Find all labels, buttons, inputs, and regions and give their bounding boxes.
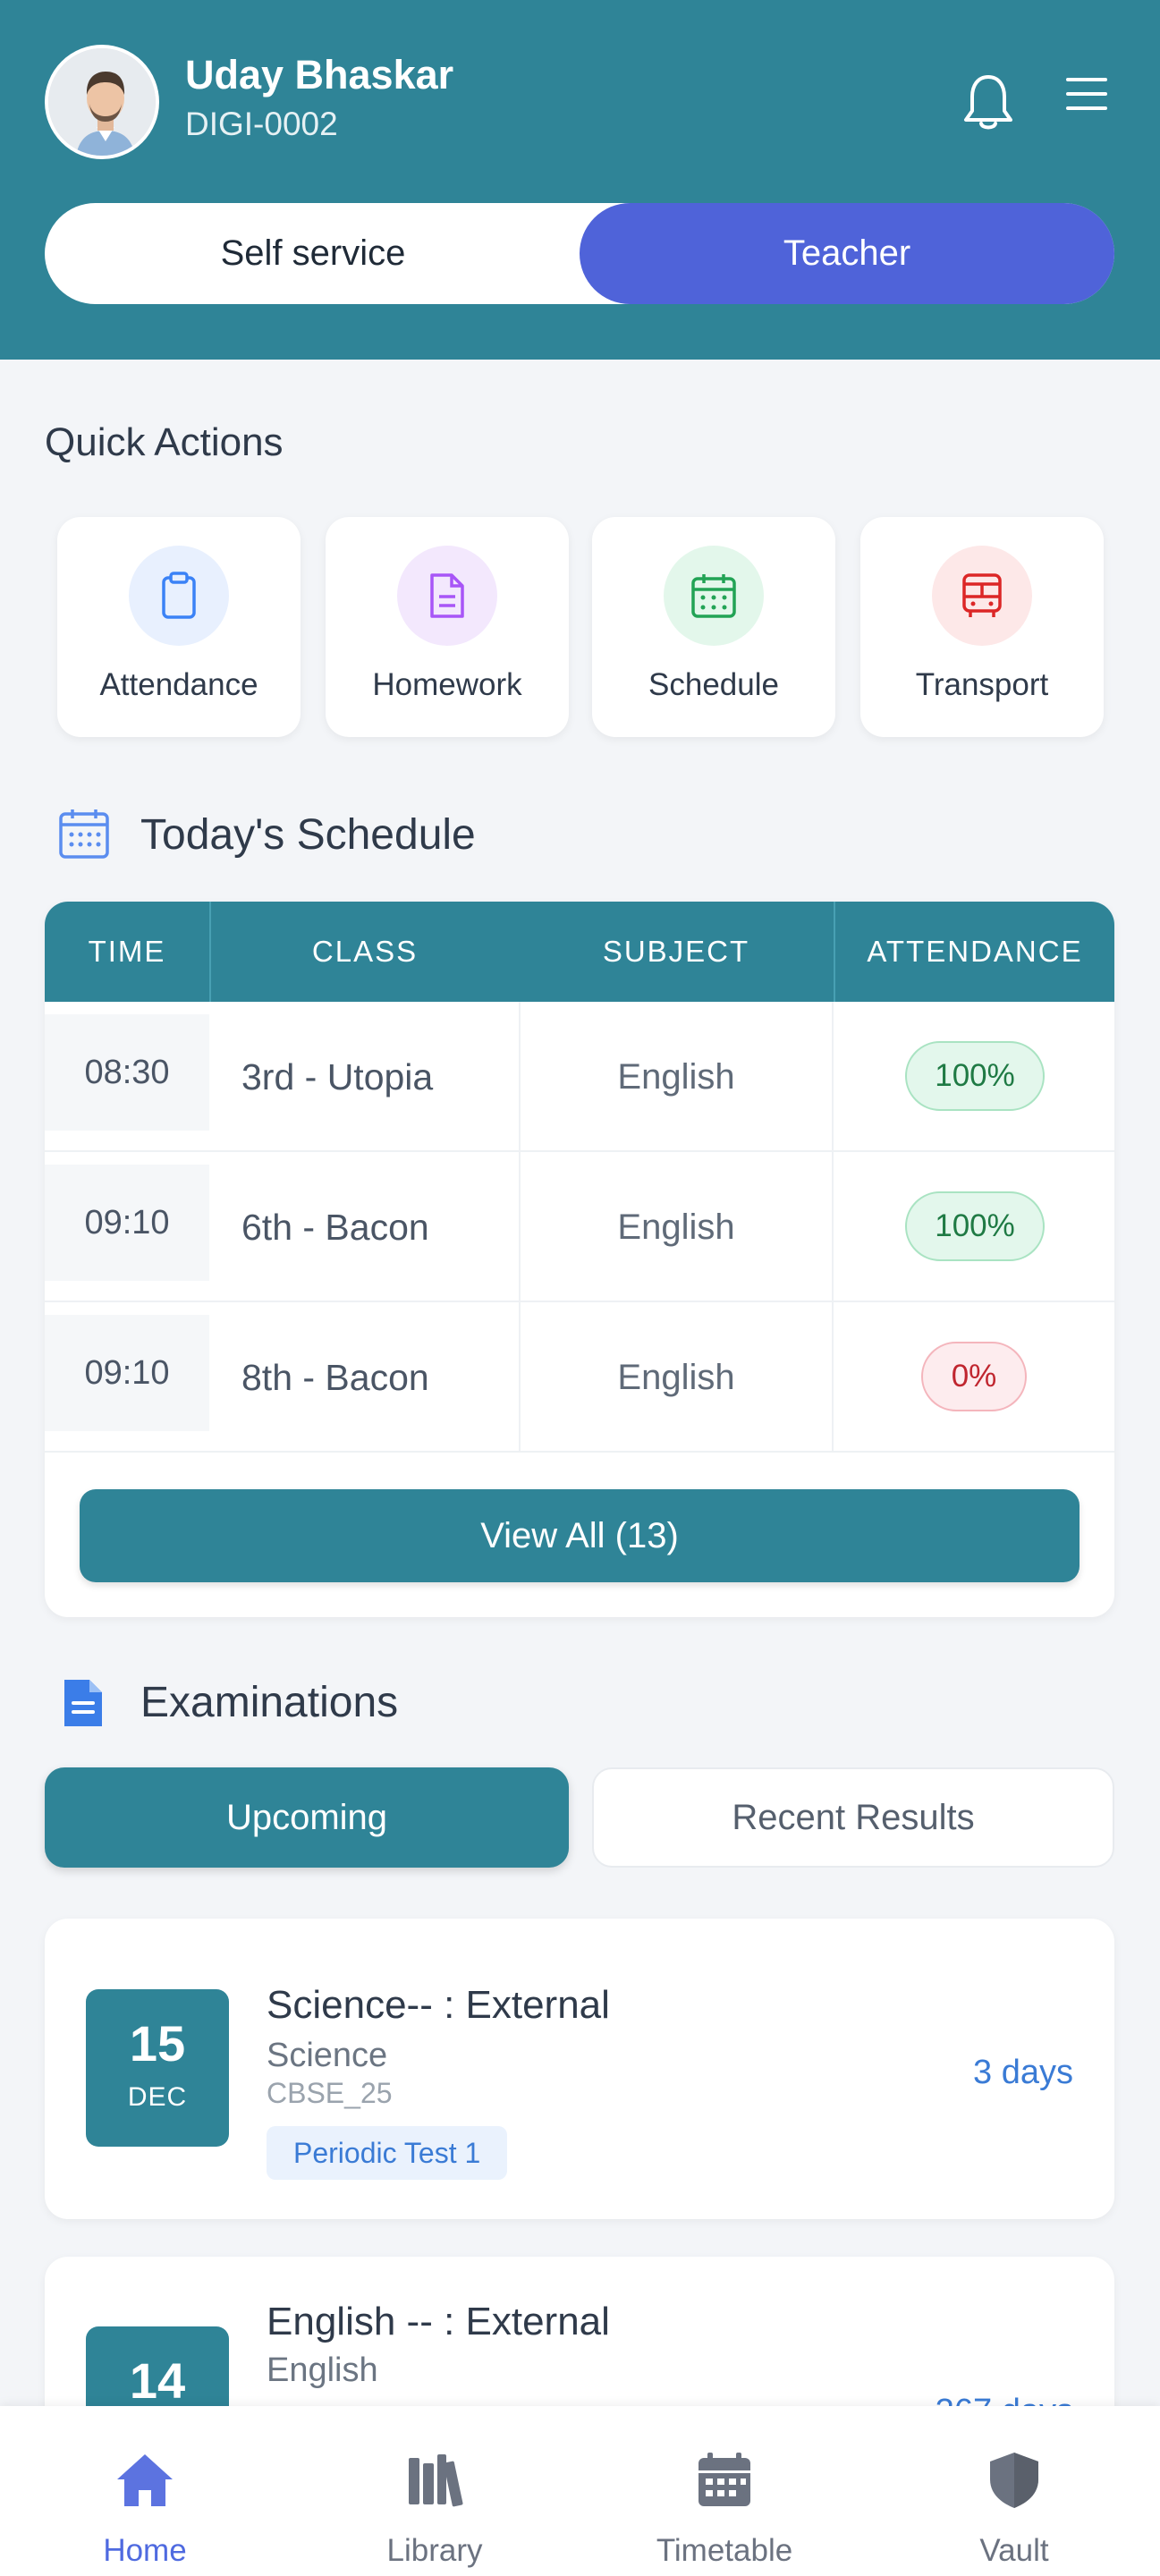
bus-icon bbox=[932, 546, 1032, 646]
row-class: 6th - Bacon bbox=[241, 1206, 429, 1248]
self-service-toggle[interactable]: Self service bbox=[45, 203, 581, 304]
row-time: 08:30 bbox=[45, 1014, 209, 1131]
bottom-navigation: Home Library Timetable Vault bbox=[0, 2406, 1160, 2576]
row-time: 09:10 bbox=[45, 1315, 209, 1431]
exam-type-tag: Periodic Test 1 bbox=[267, 2126, 508, 2180]
exam-subject: Science bbox=[267, 2037, 388, 2074]
calendar-icon bbox=[57, 807, 111, 860]
schedule-header-row: TIME CLASS SUBJECT ATTENDANCE bbox=[45, 902, 1114, 1002]
quick-actions-title: Quick Actions bbox=[45, 420, 284, 464]
nav-item-timetable[interactable]: Timetable bbox=[580, 2406, 869, 2576]
exam-title: English -- : External bbox=[267, 2300, 610, 2343]
quick-action-label: Transport bbox=[915, 667, 1049, 702]
row-subject: English bbox=[519, 1002, 834, 1152]
calendar-icon bbox=[664, 546, 764, 646]
menu-icon[interactable] bbox=[1064, 76, 1109, 112]
document-icon bbox=[61, 1676, 106, 1730]
home-icon bbox=[114, 2449, 176, 2512]
nav-label: Vault bbox=[979, 2533, 1049, 2568]
quick-action-schedule[interactable]: Schedule bbox=[592, 517, 835, 737]
document-icon bbox=[397, 546, 497, 646]
quick-action-label: Homework bbox=[372, 667, 522, 702]
app-header: Uday Bhaskar DIGI-0002 Self service Teac… bbox=[0, 0, 1160, 360]
exam-board: CBSE_25 bbox=[267, 2077, 393, 2109]
clipboard-icon bbox=[129, 546, 229, 646]
nav-label: Library bbox=[386, 2533, 483, 2568]
nav-item-home[interactable]: Home bbox=[0, 2406, 290, 2576]
quick-action-label: Schedule bbox=[648, 667, 779, 702]
exam-title: Science-- : External bbox=[267, 1983, 610, 2027]
role-toggle: Self service Teacher bbox=[45, 203, 1114, 304]
timetable-icon bbox=[693, 2449, 756, 2512]
schedule-title: Today's Schedule bbox=[140, 811, 476, 859]
exam-day: 14 bbox=[129, 2352, 186, 2409]
row-subject: English bbox=[519, 1152, 834, 1302]
row-class: 3rd - Utopia bbox=[241, 1055, 434, 1097]
nav-item-library[interactable]: Library bbox=[290, 2406, 580, 2576]
row-subject: English bbox=[519, 1302, 834, 1453]
attendance-badge: 100% bbox=[905, 1191, 1045, 1261]
exam-date-badge: 15 DEC bbox=[86, 1989, 229, 2147]
nav-item-vault[interactable]: Vault bbox=[869, 2406, 1159, 2576]
exam-day: 15 bbox=[129, 2015, 186, 2072]
attendance-badge: 100% bbox=[905, 1041, 1045, 1111]
table-row[interactable]: 09:10 6th - Bacon English 100% bbox=[45, 1152, 1114, 1302]
table-row[interactable]: 09:10 8th - Bacon English 0% bbox=[45, 1302, 1114, 1453]
bell-icon[interactable] bbox=[961, 72, 1015, 132]
exam-days-left: 3 days bbox=[973, 2054, 1073, 2091]
exam-subject: English bbox=[267, 2351, 378, 2389]
examinations-title: Examinations bbox=[140, 1679, 399, 1726]
schedule-table: TIME CLASS SUBJECT ATTENDANCE 08:30 3rd … bbox=[45, 902, 1114, 1617]
attendance-badge: 0% bbox=[921, 1342, 1027, 1411]
column-header-attendance: ATTENDANCE bbox=[834, 902, 1114, 1002]
exam-card[interactable]: 15 DEC Science-- : External Science CBSE… bbox=[45, 1919, 1114, 2219]
user-name: Uday Bhaskar bbox=[185, 52, 454, 97]
library-icon bbox=[403, 2449, 466, 2512]
view-all-button[interactable]: View All (13) bbox=[80, 1489, 1080, 1582]
row-class: 8th - Bacon bbox=[241, 1356, 429, 1398]
tab-recent-results[interactable]: Recent Results bbox=[592, 1767, 1114, 1868]
nav-label: Timetable bbox=[656, 2533, 793, 2568]
teacher-toggle[interactable]: Teacher bbox=[580, 203, 1114, 304]
table-row[interactable]: 08:30 3rd - Utopia English 100% bbox=[45, 1002, 1114, 1152]
column-header-time: TIME bbox=[88, 935, 166, 968]
column-header-class: CLASS bbox=[209, 902, 519, 1002]
avatar-image bbox=[48, 48, 156, 156]
quick-action-homework[interactable]: Homework bbox=[326, 517, 569, 737]
user-id: DIGI-0002 bbox=[185, 106, 338, 142]
exam-month: DEC bbox=[127, 2082, 188, 2112]
quick-action-transport[interactable]: Transport bbox=[860, 517, 1104, 737]
tab-upcoming[interactable]: Upcoming bbox=[45, 1767, 569, 1868]
quick-action-attendance[interactable]: Attendance bbox=[57, 517, 301, 737]
column-header-subject: SUBJECT bbox=[602, 935, 750, 968]
shield-icon bbox=[983, 2449, 1046, 2512]
quick-action-label: Attendance bbox=[99, 667, 258, 702]
row-time: 09:10 bbox=[45, 1165, 209, 1281]
avatar[interactable] bbox=[45, 45, 159, 159]
nav-label: Home bbox=[103, 2533, 187, 2568]
